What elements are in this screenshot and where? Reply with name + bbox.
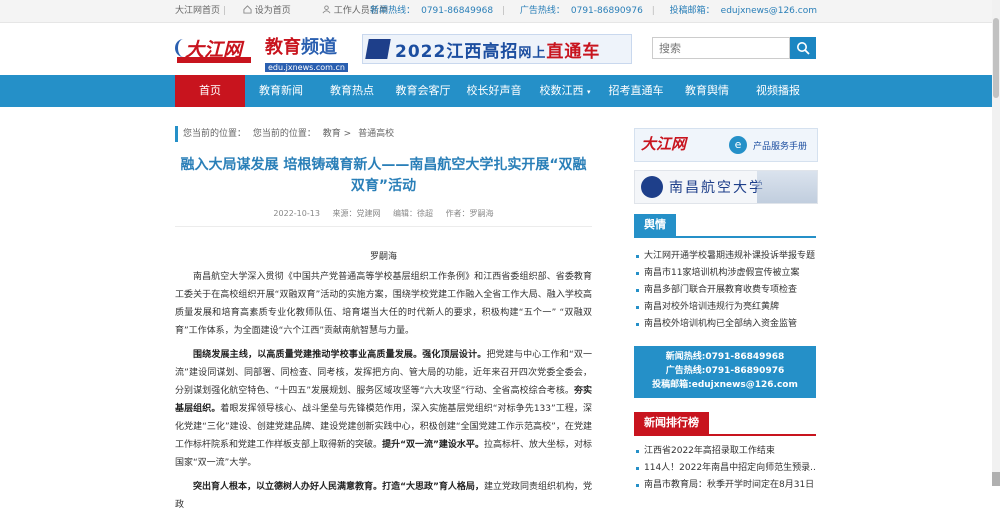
university-seal-icon — [641, 176, 663, 198]
contact-news-hotline: 新闻热线:0791-86849968 — [665, 352, 785, 362]
ad-logo: 大江网 — [641, 135, 687, 153]
nav-item-schools-label: 校数江西 — [539, 84, 584, 97]
logo-underline — [177, 57, 251, 63]
nchu-university-ad[interactable]: 南昌航空大学 — [634, 170, 818, 204]
article-editor: 编辑：徐超 — [393, 209, 434, 218]
ad-hotline-label: 广告热线： — [519, 6, 565, 16]
nav-item-edu-hot[interactable]: 教育热点 — [317, 75, 387, 107]
channel-url: edu.jxnews.com.cn — [265, 63, 348, 72]
ad-hotline-number: 0791-86890976 — [570, 6, 643, 16]
article-paragraph: 南昌航空大学深入贯彻《中国共产党普通高等学校基层组织工作条例》和江西省委组织部、… — [175, 272, 592, 336]
ad-text: 产品服务手册 — [753, 142, 808, 152]
nav-item-admission-express[interactable]: 招考直通车 — [601, 75, 671, 107]
site-header: 大江网 教育频道 edu.jxnews.com.cn 2022江西高招网上直通车 — [0, 23, 992, 75]
nav-item-edu-opinion[interactable]: 教育舆情 — [671, 75, 743, 107]
search-box — [652, 37, 816, 59]
search-button[interactable] — [790, 37, 816, 59]
e-logo-icon: e — [729, 136, 747, 154]
list-item[interactable]: 南昌对校外培训违规行为亮红黄牌 — [634, 299, 816, 316]
article-date: 2022-10-13 — [273, 209, 320, 218]
set-home-label: 设为首页 — [254, 6, 291, 16]
home-link[interactable]: 大江网首页 — [175, 6, 220, 16]
breadcrumb-separator: > — [343, 129, 352, 139]
opinion-section-header: 舆情 — [634, 214, 816, 238]
opinion-list: 大江网开通学校暑期违规补课投诉举报专题 南昌市11家培训机构涉虚假宣传被立案 南… — [634, 248, 816, 333]
article-meta: 2022-10-13 来源：党建网 编辑：徐超 作者：罗嗣海 — [175, 208, 592, 219]
section-title[interactable]: 舆情 — [634, 214, 676, 236]
site-logo[interactable]: 大江网 — [175, 35, 255, 65]
list-item[interactable]: 南昌校外培训机构已全部纳入资金监管 — [634, 316, 816, 333]
main-nav: 首页 教育新闻 教育热点 教育会客厅 校长好声音 校数江西 ▾ 招考直通车 教育… — [0, 75, 992, 107]
contact-ad-hotline: 广告热线:0791-86890976 — [665, 366, 785, 376]
banner-text-b: 网上 — [518, 46, 547, 61]
breadcrumb-label: 您当前的位置： — [183, 129, 247, 139]
user-icon — [322, 5, 331, 14]
list-item[interactable]: 南昌多部门联合开展教育收费专项检查 — [634, 282, 816, 299]
article-author: 作者：罗嗣海 — [445, 209, 494, 218]
nav-item-edu-parlor[interactable]: 教育会客厅 — [387, 75, 459, 107]
contact-box: 新闻热线:0791-86849968 广告热线:0791-86890976 投稿… — [634, 346, 816, 398]
channel-title[interactable]: 教育频道 edu.jxnews.com.cn — [265, 33, 348, 73]
channel-title-b: 频道 — [301, 37, 337, 58]
article-body: 南昌航空大学深入贯彻《中国共产党普通高等学校基层组织工作条例》和江西省委组织部、… — [175, 268, 592, 520]
set-home-link[interactable]: 设为首页 — [243, 5, 305, 16]
ad-hotline: 广告热线： 0791-86890976 — [514, 6, 643, 16]
breadcrumb-label-repeat: 您当前的位置： — [252, 129, 316, 139]
news-hotline: 新闻热线： 0791-86849968 — [364, 6, 493, 16]
channel-title-a: 教育 — [265, 37, 301, 58]
email-link[interactable]: edujxnews@126.com — [721, 6, 817, 16]
search-icon — [797, 42, 810, 55]
news-hotline-number: 0791-86849968 — [421, 6, 494, 16]
list-item[interactable]: 南昌市11家培训机构涉虚假宣传被立案 — [634, 265, 816, 282]
building-image — [757, 171, 817, 203]
breadcrumb-edu[interactable]: 教育 — [323, 129, 341, 139]
product-manual-ad[interactable]: 大江网 e 产品服务手册 — [634, 128, 818, 162]
nav-item-schools-jiangxi[interactable]: 校数江西 ▾ — [529, 75, 601, 107]
title-divider — [175, 226, 592, 227]
scroll-down-button[interactable] — [992, 472, 1000, 486]
email-info: 投稿邮箱： edujxnews@126.com — [664, 6, 817, 16]
ranking-list: 江西省2022年高招录取工作结束 114人！2022年南昌中招定向师范生预录..… — [634, 443, 816, 494]
ranking-section-header: 新闻排行榜 — [634, 412, 816, 436]
top-bar: 大江网首页 | 设为首页 工作人员名单 新闻热线： 0791-86849968 |… — [0, 0, 992, 23]
breadcrumb: 您当前的位置： 您当前的位置： 教育 > 普通高校 — [175, 126, 600, 142]
list-item[interactable]: 大江网开通学校暑期违规补课投诉举报专题 — [634, 248, 816, 265]
article-paragraph: 围绕发展主线，以高质量党建推动学校事业高质量发展。强化顶层设计。把党建与中心工作… — [175, 346, 592, 472]
article-title: 融入大局谋发展 培根铸魂育新人——南昌航空大学扎实开展“双融双育”活动 — [180, 157, 587, 194]
ad-text: 南昌航空大学 — [669, 180, 765, 196]
home-icon — [243, 5, 252, 14]
banner-text-c: 直通车 — [546, 42, 601, 62]
page-scrollbar[interactable] — [992, 0, 1000, 486]
scrollbar-thumb[interactable] — [993, 18, 999, 98]
banner-text-a: 2022江西高招 — [395, 42, 519, 62]
list-item[interactable]: 114人！2022年南昌中招定向师范生预录... — [634, 460, 816, 477]
list-item[interactable]: 江西省2022年高招录取工作结束 — [634, 443, 816, 460]
nav-item-home[interactable]: 首页 — [175, 75, 245, 107]
bold-heading: 围绕发展主线，以高质量党建推动学校事业高质量发展。强化顶层设计。 — [193, 350, 487, 360]
article-paragraph: 突出育人根本，以立德树人办好人民满意教育。打造“大思政”育人格局，建立党政同责组… — [175, 478, 592, 514]
chevron-down-icon: ▾ — [586, 88, 591, 96]
article-byline: 罗嗣海 — [369, 252, 397, 262]
nav-item-principal-voice[interactable]: 校长好声音 — [459, 75, 529, 107]
breadcrumb-universities[interactable]: 普通高校 — [358, 129, 394, 139]
nav-item-edu-news[interactable]: 教育新闻 — [245, 75, 317, 107]
bold-heading: 提升“双一流”建设水平。 — [382, 440, 484, 450]
nav-item-video[interactable]: 视频播报 — [743, 75, 813, 107]
banner-logo-icon — [365, 39, 391, 59]
news-hotline-label: 新闻热线： — [370, 6, 416, 16]
bold-heading: 突出育人根本，以立德树人办好人民满意教育。打造“大思政”育人格局， — [193, 482, 484, 492]
search-input[interactable] — [652, 37, 790, 59]
contact-email[interactable]: 投稿邮箱:edujxnews@126.com — [634, 378, 816, 392]
gaokao-banner[interactable]: 2022江西高招网上直通车 — [362, 34, 632, 64]
article-source: 来源：党建网 — [332, 209, 381, 218]
email-label: 投稿邮箱： — [669, 6, 715, 16]
section-title[interactable]: 新闻排行榜 — [634, 412, 709, 434]
